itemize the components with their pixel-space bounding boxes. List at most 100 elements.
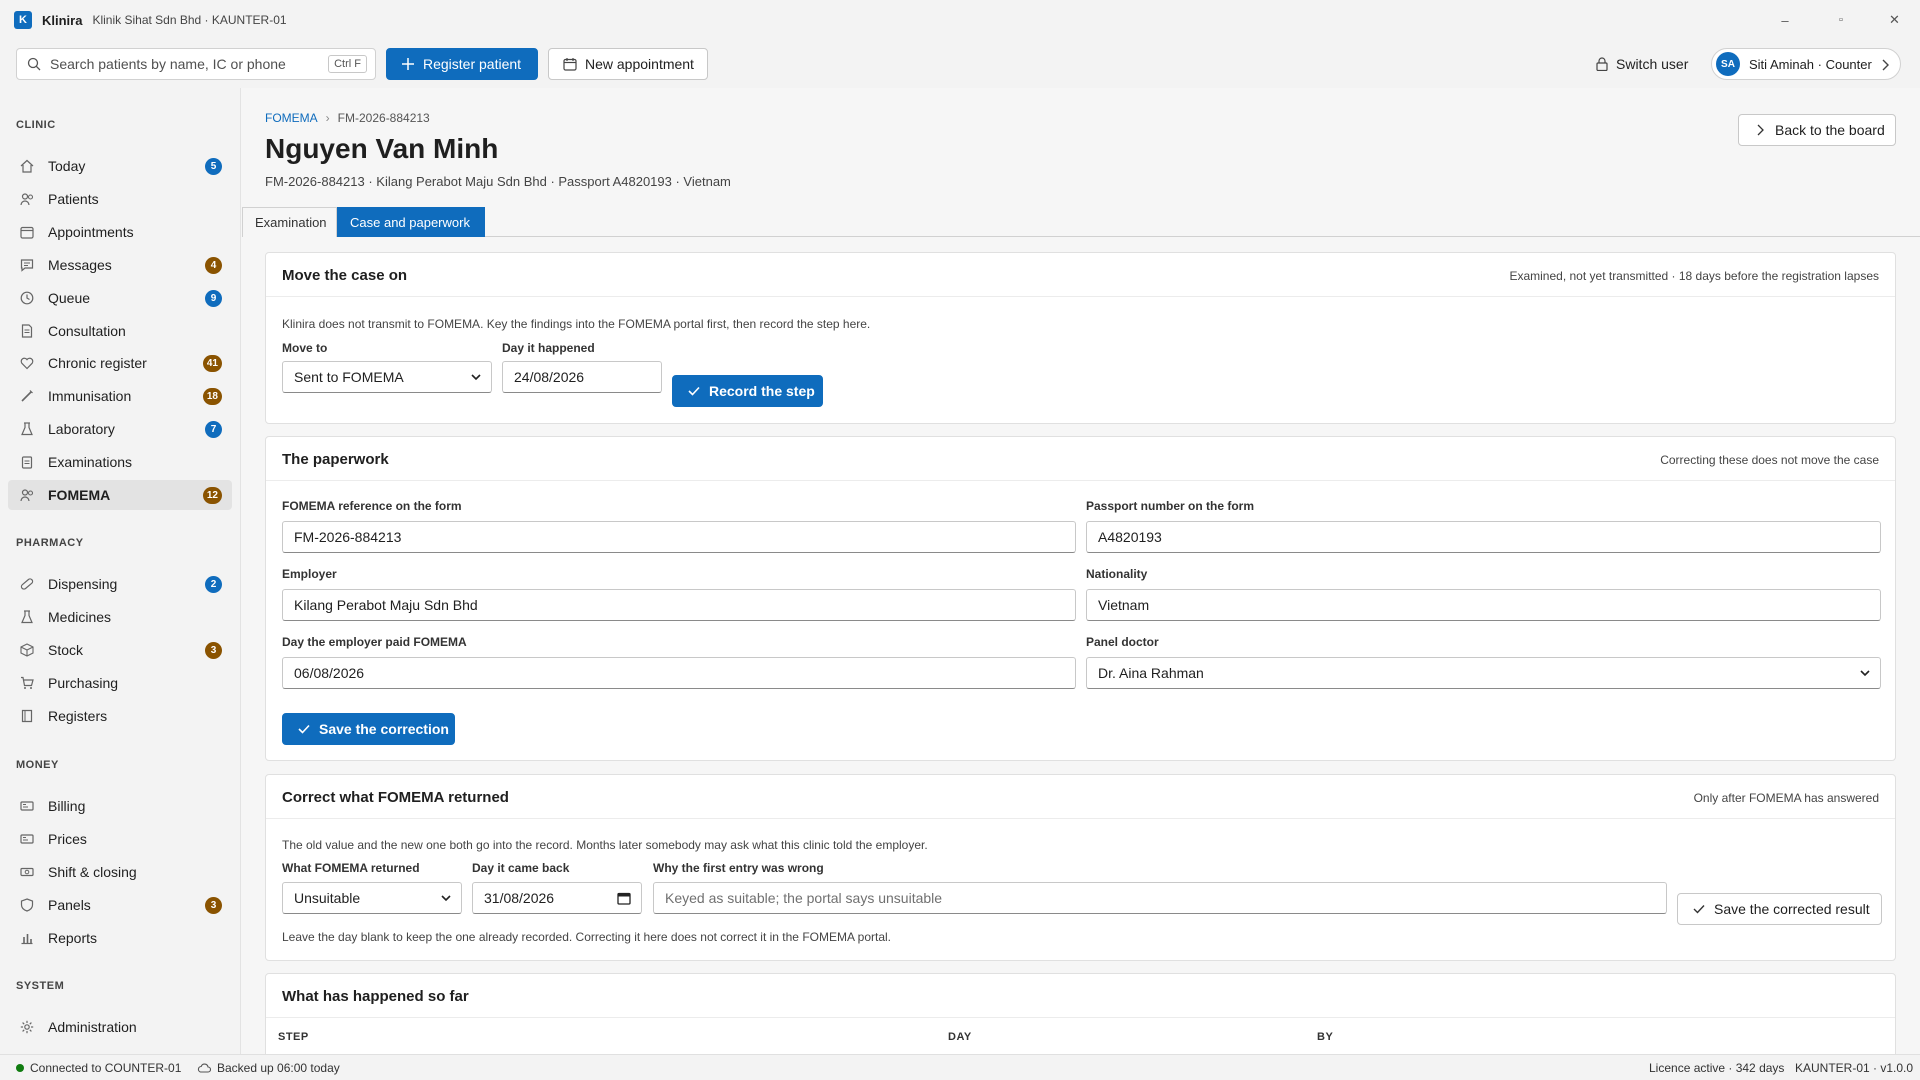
sidebar-item-chronic-register[interactable]: Chronic register 41 bbox=[8, 348, 232, 378]
sidebar-item-medicines[interactable]: Medicines bbox=[8, 602, 232, 632]
backup-status: Backed up 06:00 today bbox=[197, 1061, 340, 1075]
sidebar-item-administration[interactable]: Administration bbox=[8, 1012, 232, 1042]
sidebar-item-shift-closing[interactable]: Shift & closing bbox=[8, 857, 232, 887]
count-badge: 18 bbox=[202, 388, 222, 406]
employer-input[interactable]: Kilang Perabot Maju Sdn Bhd bbox=[282, 589, 1076, 621]
pill-icon bbox=[20, 578, 34, 590]
came-back-label: Day it came back bbox=[472, 861, 570, 875]
back-to-board-button[interactable]: Back to the board bbox=[1738, 114, 1896, 146]
sidebar-item-dispensing[interactable]: Dispensing 2 bbox=[8, 569, 232, 599]
sidebar-item-today[interactable]: Today 5 bbox=[8, 151, 232, 181]
sidebar-item-label: Shift & closing bbox=[48, 863, 137, 880]
sidebar-item-billing[interactable]: Billing bbox=[8, 791, 232, 821]
sidebar-item-panels[interactable]: Panels 3 bbox=[8, 890, 232, 920]
fomema-returned-select[interactable]: Unsuitable bbox=[282, 882, 462, 914]
breadcrumb-fomema-link[interactable]: FOMEMA bbox=[265, 111, 318, 125]
fomema-returned-value: Unsuitable bbox=[294, 890, 361, 906]
money-icon bbox=[20, 801, 34, 811]
licence-status: Licence active · 342 days bbox=[1649, 1061, 1785, 1075]
sidebar-item-label: Medicines bbox=[48, 608, 112, 625]
sidebar-item-prices[interactable]: Prices bbox=[8, 824, 232, 854]
chevron-right-icon bbox=[1757, 124, 1764, 136]
sidebar-item-label: Appointments bbox=[48, 223, 134, 240]
register-patient-button[interactable]: Register patient bbox=[386, 48, 538, 80]
came-back-value: 31/08/2026 bbox=[484, 890, 555, 906]
why-wrong-input[interactable]: Keyed as suitable; the portal says unsui… bbox=[653, 882, 1667, 914]
search-input[interactable]: Search patients by name, IC or phone Ctr… bbox=[16, 48, 376, 80]
correct-result-footnote: Leave the day blank to keep the one alre… bbox=[282, 930, 891, 944]
count-badge: 7 bbox=[205, 421, 222, 439]
sidebar-item-label: Administration bbox=[48, 1019, 137, 1035]
move-to-select[interactable]: Sent to FOMEMA bbox=[282, 361, 492, 393]
nationality-label: Nationality bbox=[1086, 567, 1148, 581]
sidebar-item-label: Billing bbox=[48, 798, 86, 814]
user-menu[interactable]: SA Siti Aminah · Counter bbox=[1711, 48, 1901, 80]
switch-user-button[interactable]: Switch user bbox=[1596, 56, 1688, 72]
user-name: Siti Aminah · Counter bbox=[1749, 56, 1872, 72]
paid-date-input[interactable]: 06/08/2026 bbox=[282, 657, 1076, 689]
tab-case-and-paperwork[interactable]: Case and paperwork bbox=[337, 207, 485, 237]
case-status-text: Examined, not yet transmitted · 18 days … bbox=[1509, 269, 1879, 283]
sidebar-item-label: Reports bbox=[48, 929, 98, 946]
window-subtitle: Klinik Sihat Sdn Bhd · KAUNTER-01 bbox=[92, 13, 287, 27]
passport-input[interactable]: A4820193 bbox=[1086, 521, 1881, 553]
section-title-clinic: CLINIC bbox=[16, 119, 56, 131]
panel-doctor-select[interactable]: Dr. Aina Rahman bbox=[1086, 657, 1881, 689]
flask-icon bbox=[21, 610, 33, 623]
save-correction-button[interactable]: Save the correction bbox=[282, 713, 455, 745]
sidebar-item-label: Chronic register bbox=[48, 355, 147, 372]
breadcrumb: FOMEMA › FM-2026-884213 bbox=[265, 111, 430, 125]
record-step-button[interactable]: Record the step bbox=[672, 375, 823, 407]
save-corrected-result-button[interactable]: Save the corrected result bbox=[1677, 893, 1882, 925]
paperwork-meta: Correcting these does not move the case bbox=[1660, 453, 1879, 467]
back-to-board-label: Back to the board bbox=[1775, 122, 1885, 138]
calendar-icon[interactable] bbox=[617, 891, 631, 905]
nationality-input[interactable]: Vietnam bbox=[1086, 589, 1881, 621]
sidebar-item-stock[interactable]: Stock 3 bbox=[8, 635, 232, 665]
came-back-date-input[interactable]: 31/08/2026 bbox=[472, 882, 642, 914]
sidebar-item-patients[interactable]: Patients bbox=[8, 184, 232, 214]
maximize-icon: ▫ bbox=[1839, 14, 1843, 26]
tab-examination[interactable]: Examination bbox=[242, 207, 337, 237]
plus-icon bbox=[402, 58, 414, 70]
why-wrong-label: Why the first entry was wrong bbox=[653, 861, 824, 875]
move-case-card: Move the case on Examined, not yet trans… bbox=[265, 252, 1896, 424]
sidebar-item-label: Today bbox=[48, 158, 86, 174]
sidebar-item-consultation[interactable]: Consultation bbox=[8, 316, 232, 346]
money-icon bbox=[20, 834, 34, 844]
sidebar-item-purchasing[interactable]: Purchasing bbox=[8, 668, 232, 698]
sidebar-item-reports[interactable]: Reports bbox=[8, 923, 232, 953]
page-subtitle: FM-2026-884213 · Kilang Perabot Maju Sdn… bbox=[265, 174, 731, 189]
correct-result-meta: Only after FOMEMA has answered bbox=[1693, 791, 1879, 805]
card-header: The paperwork Correcting these does not … bbox=[266, 437, 1895, 481]
sidebar-item-examinations[interactable]: Examinations bbox=[8, 447, 232, 477]
card-title: Correct what FOMEMA returned bbox=[282, 789, 509, 806]
sidebar-item-registers[interactable]: Registers bbox=[8, 701, 232, 731]
card-title: Move the case on bbox=[282, 267, 408, 284]
chart-icon bbox=[21, 933, 33, 944]
toolbar: Search patients by name, IC or phone Ctr… bbox=[0, 40, 1920, 88]
section-title-system: SYSTEM bbox=[16, 980, 65, 992]
new-appointment-button[interactable]: New appointment bbox=[548, 48, 708, 80]
why-wrong-placeholder: Keyed as suitable; the portal says unsui… bbox=[665, 890, 943, 906]
connection-status: Connected to COUNTER-01 bbox=[16, 1061, 181, 1075]
flask-icon bbox=[21, 422, 33, 436]
sidebar-item-appointments[interactable]: Appointments bbox=[8, 217, 232, 247]
minimize-button[interactable]: – bbox=[1757, 0, 1813, 40]
search-placeholder: Search patients by name, IC or phone bbox=[50, 56, 286, 72]
count-badge: 3 bbox=[205, 896, 222, 914]
sidebar-item-messages[interactable]: Messages 4 bbox=[8, 250, 232, 280]
sidebar-item-laboratory[interactable]: Laboratory 7 bbox=[8, 414, 232, 444]
day-happened-input[interactable]: 24/08/2026 bbox=[502, 361, 662, 393]
checkmark-icon bbox=[298, 724, 310, 734]
sidebar-item-queue[interactable]: Queue 9 bbox=[8, 283, 232, 313]
fomema-ref-input[interactable]: FM-2026-884213 bbox=[282, 521, 1076, 553]
chevron-right-icon: › bbox=[325, 111, 330, 125]
gear-icon bbox=[20, 1020, 34, 1034]
maximize-button[interactable]: ▫ bbox=[1813, 0, 1869, 40]
close-button[interactable]: ✕ bbox=[1869, 0, 1920, 40]
sidebar-item-fomema[interactable]: FOMEMA 12 bbox=[8, 480, 232, 510]
sidebar-item-label: FOMEMA bbox=[48, 487, 111, 503]
chevron-down-icon bbox=[471, 374, 481, 381]
sidebar-item-immunisation[interactable]: Immunisation 18 bbox=[8, 381, 232, 411]
